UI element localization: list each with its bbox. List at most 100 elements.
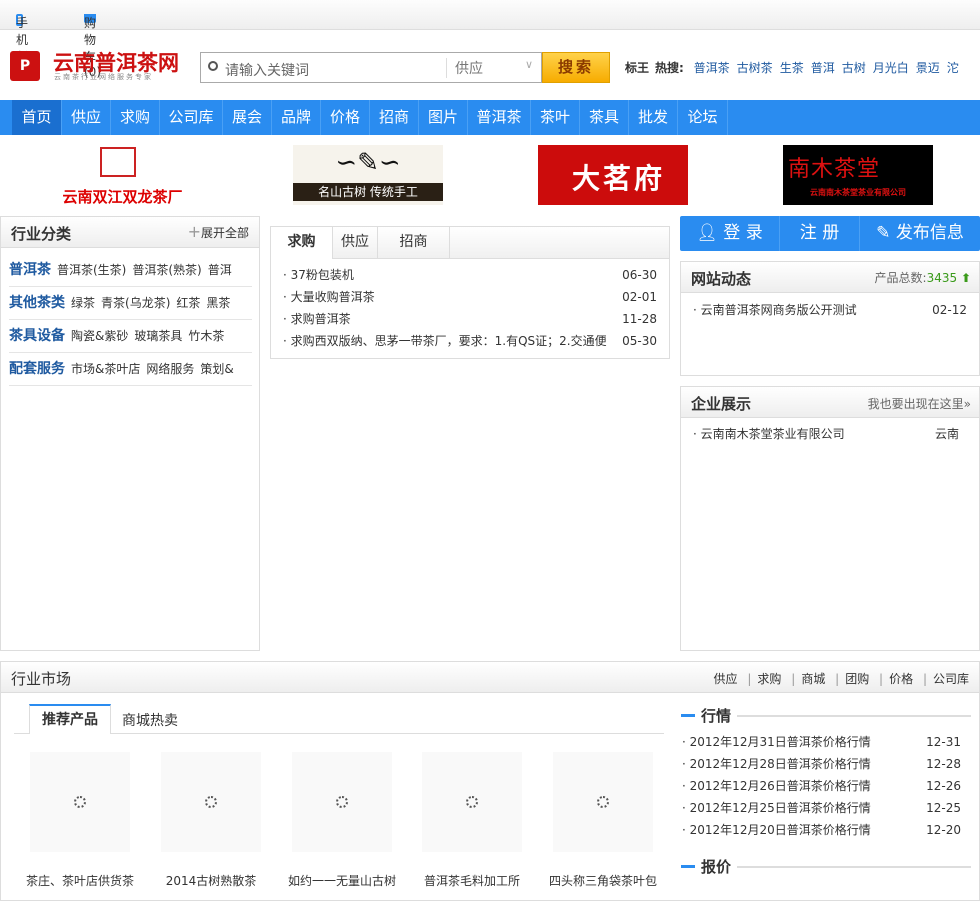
search-input[interactable]: 请输入关键词 xyxy=(225,60,309,80)
search-category-select[interactable]: 供应 ∨ xyxy=(446,58,541,78)
nav-supply[interactable]: 供应 xyxy=(62,100,111,135)
hot-term[interactable]: 古树 xyxy=(842,61,866,75)
market-link[interactable]: 求购 xyxy=(757,672,781,686)
market-link[interactable]: 价格 xyxy=(889,672,913,686)
list-item[interactable]: · 2012年12月26日普洱茶价格行情 12-26 xyxy=(682,775,961,797)
list-item[interactable]: · 2012年12月20日普洱茶价格行情 12-20 xyxy=(682,819,961,841)
list-item[interactable]: · 2012年12月28日普洱茶价格行情 12-28 xyxy=(682,753,961,775)
hot-term[interactable]: 沱 xyxy=(947,61,959,75)
hot-term[interactable]: 古树茶 xyxy=(737,61,773,75)
product-image[interactable] xyxy=(30,752,130,852)
category-link[interactable]: 竹木茶 xyxy=(188,329,224,343)
category-heading[interactable]: 配套服务 xyxy=(9,361,65,377)
product-image[interactable] xyxy=(553,752,653,852)
product-name[interactable]: 茶庄、茶叶店供货茶 xyxy=(15,872,145,889)
list-item[interactable]: · 求购西双版纳、思茅一带茶厂，要求：1.有QS证；2.交通便 05-30 xyxy=(283,330,657,352)
market-link[interactable]: 公司库 xyxy=(933,672,969,686)
trade-tabs: 求购 供应 招商 xyxy=(271,227,669,259)
category-link[interactable]: 陶瓷&紫砂 xyxy=(71,329,128,343)
list-item[interactable]: · 大量收购普洱茶 02-01 xyxy=(283,286,657,308)
expand-all-button[interactable]: +展开全部 xyxy=(188,224,249,241)
market-link[interactable]: 供应 xyxy=(714,672,738,686)
nav-forum[interactable]: 论坛 xyxy=(678,100,728,135)
login-button[interactable]: 👤︎ 登 录 xyxy=(680,216,780,251)
tab-recommended[interactable]: 推荐产品 xyxy=(29,704,111,734)
tab-investment[interactable]: 招商 xyxy=(378,227,450,258)
loading-spinner-icon xyxy=(466,796,478,808)
loading-spinner-icon xyxy=(74,796,86,808)
search-box[interactable]: 请输入关键词 供应 ∨ xyxy=(200,52,542,83)
product-image[interactable] xyxy=(292,752,392,852)
product-image[interactable] xyxy=(422,752,522,852)
list-item[interactable]: · 2012年12月31日普洱茶价格行情 12-31 xyxy=(682,731,961,753)
main-nav: 首页 供应 求购 公司库 展会 品牌 价格 招商 图片 普洱茶 茶叶 茶具 批发… xyxy=(0,100,980,135)
category-link[interactable]: 青茶(乌龙茶) xyxy=(101,296,170,310)
logo-mark: P xyxy=(10,51,40,81)
tab-hot-sales[interactable]: 商城热卖 xyxy=(122,710,178,730)
publish-button[interactable]: ✎ 发布信息 xyxy=(860,216,980,251)
category-link[interactable]: 绿茶 xyxy=(71,296,95,310)
list-item[interactable]: · 云南南木茶堂茶业有限公司 云南 xyxy=(693,423,967,445)
site-logo[interactable]: P 云南普洱茶网 云南茶行业网络服务专家 xyxy=(10,50,180,82)
banner-ancient-tree[interactable]: ∽✎∽ 名山古树 传统手工 xyxy=(293,145,443,205)
market-link[interactable]: 商城 xyxy=(801,672,825,686)
companies-title: 企业展示 xyxy=(691,395,752,413)
nav-price[interactable]: 价格 xyxy=(321,100,370,135)
category-title: 行业分类 xyxy=(11,225,72,243)
register-button[interactable]: 注 册 xyxy=(780,216,860,251)
nav-wholesale[interactable]: 批发 xyxy=(629,100,678,135)
tab-purchase[interactable]: 求购 xyxy=(271,227,333,259)
nav-tea[interactable]: 茶叶 xyxy=(531,100,580,135)
category-link[interactable]: 网络服务 xyxy=(146,362,194,376)
category-link[interactable]: 策划& xyxy=(200,362,233,376)
product-name[interactable]: 普洱茶毛料加工所 xyxy=(407,872,537,889)
category-link[interactable]: 玻璃茶具 xyxy=(134,329,182,343)
category-link[interactable]: 红茶 xyxy=(176,296,200,310)
category-group: 茶具设备 陶瓷&紫砂 玻璃茶具 竹木茶 xyxy=(9,320,252,353)
plus-icon: + xyxy=(187,222,201,241)
product-name[interactable]: 2014古树熟散茶 xyxy=(146,872,276,889)
trade-panel: 求购 供应 招商 · 37粉包装机 06-30 · 大量收购普洱茶 02-01 · … xyxy=(270,226,670,359)
category-link[interactable]: 普洱茶(生茶) xyxy=(57,263,126,277)
hot-term[interactable]: 景迈 xyxy=(916,61,940,75)
hot-term[interactable]: 普洱茶 xyxy=(694,61,730,75)
nav-puer[interactable]: 普洱茶 xyxy=(468,100,531,135)
user-actions: 👤︎ 登 录 注 册 ✎ 发布信息 xyxy=(680,216,980,251)
nav-purchase[interactable]: 求购 xyxy=(111,100,160,135)
companies-panel: 企业展示 我也要出现在这里» · 云南南木茶堂茶业有限公司 云南 xyxy=(680,386,980,651)
category-heading[interactable]: 普洱茶 xyxy=(9,262,51,278)
category-heading[interactable]: 茶具设备 xyxy=(9,328,65,344)
banner-nanmu[interactable]: 南木茶堂 云南南木茶堂茶业有限公司 xyxy=(783,145,933,205)
list-item[interactable]: · 求购普洱茶 11-28 xyxy=(283,308,657,330)
hot-searches: 标王 热搜: 普洱茶 古树茶 生茶 普洱 古树 月光白 景迈沱 xyxy=(625,59,980,76)
category-heading[interactable]: 其他茶类 xyxy=(9,295,65,311)
hot-term[interactable]: 生茶 xyxy=(780,61,804,75)
hot-term[interactable]: 普洱 xyxy=(811,61,835,75)
nav-teaware[interactable]: 茶具 xyxy=(580,100,629,135)
nav-investment[interactable]: 招商 xyxy=(370,100,419,135)
product-image[interactable] xyxy=(161,752,261,852)
nav-brand[interactable]: 品牌 xyxy=(272,100,321,135)
category-link[interactable]: 市场&茶叶店 xyxy=(71,362,140,376)
banner-shuanglong[interactable]: 云南双江双龙茶厂 xyxy=(45,145,200,207)
product-name[interactable]: 四头称三角袋茶叶包 xyxy=(538,872,668,889)
nav-home[interactable]: 首页 xyxy=(12,100,62,135)
category-link[interactable]: 普洱茶(熟茶) xyxy=(132,263,201,277)
nav-exhibition[interactable]: 展会 xyxy=(223,100,272,135)
join-showcase-link[interactable]: 我也要出现在这里» xyxy=(868,395,971,412)
category-link[interactable]: 黑茶 xyxy=(206,296,230,310)
loading-spinner-icon xyxy=(205,796,217,808)
search-button[interactable]: 搜索 xyxy=(542,52,610,83)
product-name[interactable]: 如约一一无量山古树 xyxy=(277,872,407,889)
list-item[interactable]: · 2012年12月25日普洱茶价格行情 12-25 xyxy=(682,797,961,819)
hot-term[interactable]: 月光白 xyxy=(873,61,909,75)
biaowang-link[interactable]: 标王 xyxy=(625,61,649,75)
list-item[interactable]: · 云南普洱茶网商务版公开测试 02-12 xyxy=(693,299,967,321)
list-item[interactable]: · 37粉包装机 06-30 xyxy=(283,264,657,286)
nav-images[interactable]: 图片 xyxy=(419,100,468,135)
market-link[interactable]: 团购 xyxy=(845,672,869,686)
nav-companies[interactable]: 公司库 xyxy=(160,100,223,135)
tab-supply[interactable]: 供应 xyxy=(333,227,378,258)
banner-damingfu[interactable]: 大茗府 xyxy=(538,145,688,205)
category-link[interactable]: 普洱 xyxy=(208,263,232,277)
